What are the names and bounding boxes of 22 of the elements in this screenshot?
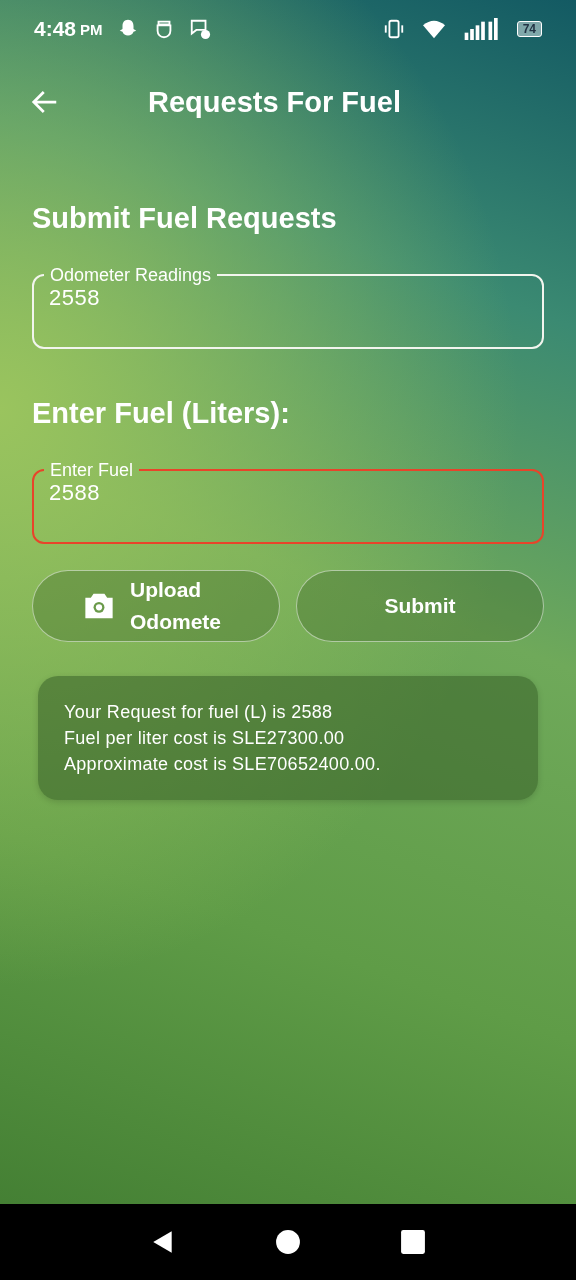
submit-button[interactable]: Submit (296, 570, 544, 642)
input-field[interactable]: Odometer Readings 2558 (32, 265, 544, 349)
recents-nav-icon[interactable] (400, 1229, 427, 1255)
home-nav-icon[interactable] (275, 1229, 301, 1255)
section-heading: Enter Fuel (Liters): (32, 397, 291, 430)
summary-line: Fuel per liter cost is SLE27300.00 (64, 727, 346, 750)
summary-line: Approximate cost is SLE70652400.00. (64, 753, 382, 776)
field-label: Enter Fuel (49, 460, 135, 480)
camera-icon (82, 591, 116, 621)
status-meridiem: PM (80, 20, 103, 38)
vibrate-icon (382, 18, 405, 40)
field-value: 2558 (49, 285, 100, 311)
summary-line: Your Request for fuel (L) is 2588 (64, 701, 334, 724)
page-title: Requests For Fuel (148, 85, 401, 119)
upload-button[interactable]: Upload Odomete (32, 570, 280, 642)
battery-level: 74 (516, 21, 542, 37)
status-time: 4:48 (34, 17, 77, 41)
section-heading: Submit Fuel Requests (32, 202, 338, 235)
chat-icon (188, 18, 211, 40)
input-field[interactable]: Enter Fuel 2588 (32, 460, 544, 544)
field-label: Odometer Readings (49, 265, 213, 285)
field-value: 2588 (49, 480, 100, 506)
